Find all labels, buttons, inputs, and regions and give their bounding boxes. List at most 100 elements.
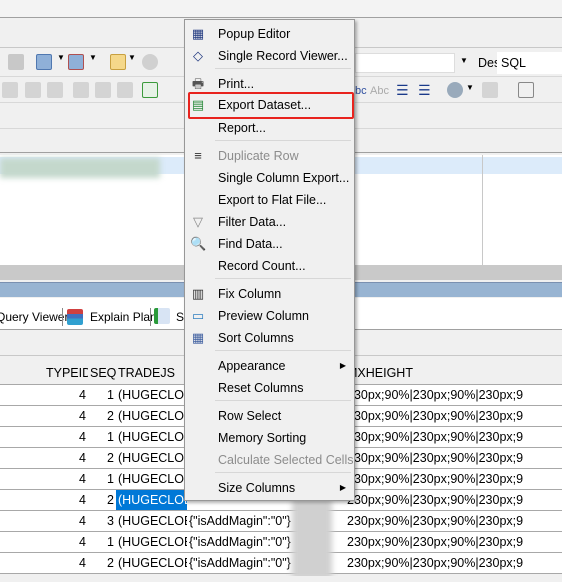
tab-query-viewer[interactable]: Query Viewer (0, 310, 68, 324)
abc-icon: bc (355, 85, 367, 97)
cell-typeid[interactable]: 4 (44, 532, 89, 553)
row-indicator[interactable] (0, 511, 45, 532)
cell-mxheight[interactable]: 230px;90%|230px;90%|230px;9 (345, 490, 562, 511)
grid-icon: ▦ (191, 26, 205, 41)
cell-seq[interactable]: 3 (88, 511, 117, 532)
indent-icon[interactable]: ☰ (396, 82, 409, 99)
disabled-tool-icon (47, 82, 63, 98)
blurred-region (292, 500, 332, 580)
tab-script[interactable]: S (176, 310, 184, 324)
row-indicator[interactable] (0, 448, 45, 469)
column-header[interactable]: TRADEJS (116, 361, 188, 385)
submenu-arrow-icon: ▶ (339, 483, 346, 492)
dropdown-arrow-icon[interactable]: ▼ (89, 53, 97, 62)
menu-item-record-count[interactable]: Record Count... (185, 255, 354, 277)
cell-seq[interactable]: 1 (88, 532, 117, 553)
cell-seq[interactable]: 1 (88, 427, 117, 448)
cell-mxheight[interactable]: 230px;90%|230px;90%|230px;9 (345, 532, 562, 553)
menu-item-single-record-viewer[interactable]: ◇ Single Record Viewer... (185, 45, 354, 67)
cell-tradejs[interactable]: (HUGECLO (116, 385, 188, 406)
cell-seq[interactable]: 2 (88, 553, 117, 574)
panel-icon[interactable] (518, 82, 534, 98)
cell-tradejs[interactable]: (HUGECLO (116, 427, 188, 448)
menu-item-label: Single Column Export... (218, 171, 350, 185)
cell-typeid[interactable]: 4 (44, 385, 89, 406)
cell-tradejs[interactable]: (HUGECLOB) (116, 532, 188, 553)
menu-item-duplicate-row[interactable]: ≡ Duplicate Row (185, 145, 354, 167)
cell-tradejs[interactable]: (HUGECLO (116, 406, 188, 427)
menu-item-appearance[interactable]: Appearance ▶ (185, 355, 354, 377)
menu-item-memory-sorting[interactable]: Memory Sorting (185, 427, 354, 449)
cell-seq[interactable]: 2 (88, 448, 117, 469)
cell-mxheight[interactable]: 230px;90%|230px;90%|230px;9 (345, 427, 562, 448)
format-icon[interactable] (447, 82, 463, 98)
cell-typeid[interactable]: 4 (44, 406, 89, 427)
remove-connection-icon[interactable] (68, 54, 84, 70)
row-indicator[interactable] (0, 490, 45, 511)
cell-tradejs[interactable]: (HUGECLO (116, 448, 188, 469)
column-header[interactable]: SEQ (88, 361, 117, 385)
menu-item-reset-columns[interactable]: Reset Columns (185, 377, 354, 399)
row-indicator[interactable] (0, 427, 45, 448)
cell-seq[interactable]: 1 (88, 385, 117, 406)
column-divider (482, 155, 483, 265)
cell-seq[interactable]: 2 (88, 406, 117, 427)
dropdown-arrow-icon[interactable]: ▼ (128, 53, 136, 62)
menu-item-sort-columns[interactable]: ▦ Sort Columns (185, 327, 354, 349)
menu-item-calculate-selected-cells[interactable]: Calculate Selected Cells (185, 449, 354, 471)
checklist-icon[interactable] (142, 82, 158, 98)
row-indicator[interactable] (0, 553, 45, 574)
menu-item-preview-column[interactable]: ▭ Preview Column (185, 305, 354, 327)
cell-mxheight[interactable]: 230px;90%|230px;90%|230px;9 (345, 469, 562, 490)
menu-item-label: Export to Flat File... (218, 193, 327, 207)
dropdown-arrow-icon[interactable]: ▼ (57, 53, 65, 62)
menu-item-popup-editor[interactable]: ▦ Popup Editor (185, 23, 354, 45)
disabled-tool-icon (73, 82, 89, 98)
cell-mxheight[interactable]: 230px;90%|230px;90%|230px;9 (345, 511, 562, 532)
row-indicator[interactable] (0, 406, 45, 427)
comment-icon[interactable] (110, 54, 126, 70)
cell-mxheight[interactable]: 230px;90%|230px;90%|230px;9 (345, 406, 562, 427)
cell-seq[interactable]: 2 (88, 490, 117, 511)
menu-item-find-data[interactable]: 🔍 Find Data... (185, 233, 354, 255)
menu-item-export-to-flat-file[interactable]: Export to Flat File... (185, 189, 354, 211)
desktop-select[interactable]: SQL (497, 52, 562, 74)
cell-typeid[interactable]: 4 (44, 427, 89, 448)
column-header[interactable]: TYPEID (44, 361, 89, 385)
outdent-icon[interactable]: ☰ (418, 82, 431, 99)
disabled-tool-icon (25, 82, 41, 98)
dropdown-arrow-icon[interactable]: ▼ (466, 83, 474, 92)
menu-item-label: Preview Column (218, 309, 310, 323)
cell-mxheight[interactable]: 230px;90%|230px;90%|230px;9 (345, 553, 562, 574)
menu-item-single-column-export[interactable]: Single Column Export... (185, 167, 354, 189)
cell-typeid[interactable]: 4 (44, 448, 89, 469)
cell-tradejs[interactable]: (HUGECLO (116, 469, 188, 490)
menu-item-size-columns[interactable]: Size Columns ▶ (185, 477, 354, 499)
back-icon[interactable] (142, 54, 158, 70)
cell-tradejs[interactable]: (HUGECLOB) (116, 511, 188, 532)
cell-mxheight[interactable]: 230px;90%|230px;90%|230px;9 (345, 448, 562, 469)
menu-item-filter-data[interactable]: ▽ Filter Data... (185, 211, 354, 233)
combo-arrow-icon[interactable]: ▼ (460, 56, 468, 65)
add-connection-icon[interactable] (36, 54, 52, 70)
row-indicator[interactable] (0, 469, 45, 490)
tab-explain-plan[interactable]: Explain Plan (90, 310, 157, 324)
cell-mxheight[interactable]: 230px;90%|230px;90%|230px;9 (345, 385, 562, 406)
cell-tradejs[interactable]: (HUGECLOB) (116, 553, 188, 574)
disabled-tool-icon (8, 54, 24, 70)
combo-box[interactable] (355, 53, 455, 73)
cell-tradejs-selected[interactable]: (HUGECLOB) (116, 490, 188, 511)
menu-item-fix-column[interactable]: ▥ Fix Column (185, 283, 354, 305)
cell-seq[interactable]: 1 (88, 469, 117, 490)
menu-separator (215, 140, 351, 141)
cell-typeid[interactable]: 4 (44, 553, 89, 574)
row-indicator[interactable] (0, 532, 45, 553)
menu-item-report[interactable]: Report... (185, 117, 354, 139)
cell-typeid[interactable]: 4 (44, 511, 89, 532)
duplicate-row-icon: ≡ (194, 148, 202, 163)
cell-typeid[interactable]: 4 (44, 490, 89, 511)
column-header[interactable]: MXHEIGHT (345, 361, 562, 385)
menu-item-row-select[interactable]: Row Select (185, 405, 354, 427)
row-indicator[interactable] (0, 385, 45, 406)
cell-typeid[interactable]: 4 (44, 469, 89, 490)
